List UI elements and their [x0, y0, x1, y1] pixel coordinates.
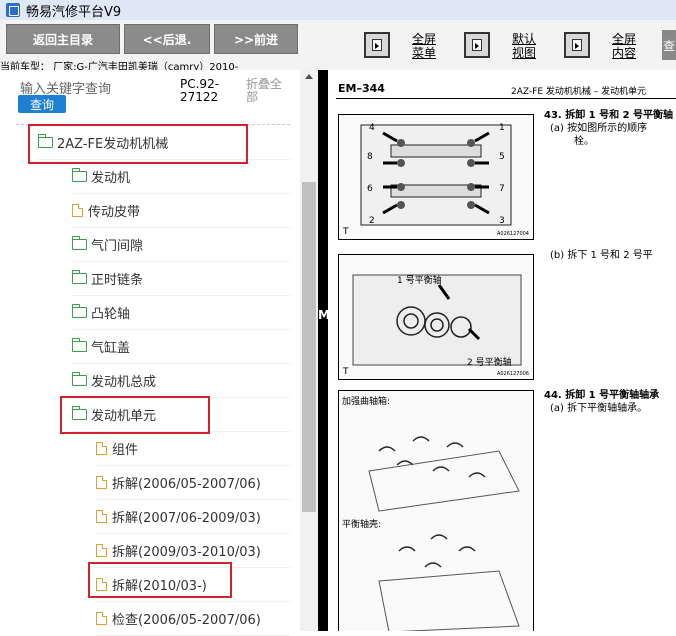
- document-icon: [96, 544, 107, 557]
- svg-text:7: 7: [499, 184, 505, 194]
- forward-button[interactable]: >>前进: [214, 24, 298, 54]
- tree-item-label: 拆解(2006/05-2007/06): [112, 477, 261, 492]
- fullscreen-content-icon[interactable]: [564, 32, 590, 58]
- folder-icon: [71, 270, 87, 284]
- tree-item[interactable]: 气门间隙: [71, 228, 290, 262]
- search-button[interactable]: 查询: [18, 95, 66, 113]
- splitter-label: M: [318, 308, 330, 322]
- document-icon: [96, 510, 107, 523]
- folder-icon: [71, 372, 87, 386]
- folder-icon: [71, 304, 87, 318]
- step-43-a: (a) 按如图所示的顺序: [550, 123, 648, 134]
- default-view-icon[interactable]: [464, 32, 490, 58]
- tree-item-label: 气缸盖: [91, 341, 131, 356]
- step-43-a-cont: 栓。: [574, 136, 594, 147]
- document-icon: [96, 476, 107, 489]
- tree-item[interactable]: 组件: [96, 432, 290, 466]
- folder-icon: [71, 168, 87, 182]
- svg-text:8: 8: [367, 152, 373, 162]
- highlight-box-disassembly-2010: [88, 562, 232, 598]
- fold-all-link[interactable]: 折叠全部: [246, 78, 282, 104]
- tree-item-label: 发动机总成: [91, 375, 157, 390]
- document-icon: [72, 204, 83, 217]
- tree-item-label: 凸轮轴: [91, 307, 131, 322]
- tree-item-label: 发动机: [91, 171, 131, 186]
- svg-text:4: 4: [369, 123, 375, 133]
- manual-document: EM–344 2AZ-FE 发动机机械 – 发动机单元 4 1 8 5 6 7 …: [328, 70, 676, 631]
- svg-text:1: 1: [499, 123, 505, 133]
- tree-item[interactable]: 气缸盖: [71, 330, 290, 364]
- app-icon: [6, 3, 20, 17]
- figure-balance-shafts: 1 号平衡轴 2 号平衡轴 T A026127006: [338, 254, 534, 380]
- document-icon: [96, 442, 107, 455]
- folder-icon: [71, 236, 87, 250]
- back-to-main-button[interactable]: 返回主目录: [6, 24, 120, 54]
- highlight-box-engine-mechanical: [28, 124, 248, 164]
- figure-bearings: 加强曲轴箱: 平衡轴壳:: [338, 390, 534, 631]
- tree-item-label: 正时链条: [91, 273, 144, 288]
- step-43-b: (b) 拆下 1 号和 2 号平: [550, 250, 653, 261]
- step-44-title: 44. 拆卸 1 号平衡轴轴承: [544, 390, 660, 401]
- header-rule: [336, 98, 676, 99]
- tree-item[interactable]: 发动机: [71, 160, 290, 194]
- page-id: EM–344: [338, 82, 385, 95]
- panel-splitter[interactable]: [318, 70, 328, 631]
- tree-item-label: 拆解(2009/03-2010/03): [112, 545, 261, 560]
- tree-item[interactable]: 拆解(2006/05-2007/06): [96, 466, 290, 500]
- scroll-thumb[interactable]: [302, 182, 316, 512]
- tree-item-label: 传动皮带: [88, 205, 141, 220]
- tree-item-label: 检查(2006/05-2007/06): [112, 613, 261, 628]
- fullscreen-menu-icon[interactable]: [364, 32, 390, 58]
- default-view-link[interactable]: 默认 视图: [512, 32, 536, 60]
- tree-item-label: 气门间隙: [91, 239, 144, 254]
- pc-code: PC.92- 27122: [180, 77, 220, 104]
- toolbar: 返回主目录 <<后退. >>前进 当前车型： 厂家:G-广汽丰田凯美瑞（camr…: [0, 20, 676, 73]
- step-44-a: (a) 拆下平衡轴轴承。: [550, 403, 648, 414]
- document-icon: [96, 612, 107, 625]
- window-title: 畅易汽修平台V9: [26, 4, 122, 20]
- tree-item[interactable]: 传动皮带: [72, 194, 290, 228]
- svg-text:2: 2: [369, 216, 375, 226]
- fullscreen-menu-link[interactable]: 全屏 菜单: [412, 32, 436, 60]
- fullscreen-content-link[interactable]: 全屏 内容: [612, 32, 636, 60]
- title-bar: 畅易汽修平台V9: [0, 0, 676, 20]
- search-button-partial[interactable]: 查: [662, 30, 676, 60]
- back-button[interactable]: <<后退.: [124, 24, 210, 54]
- svg-text:5: 5: [499, 152, 505, 162]
- svg-text:6: 6: [367, 184, 373, 194]
- folder-icon: [71, 338, 87, 352]
- tree-item-label: 组件: [112, 443, 139, 458]
- highlight-box-engine-unit: [60, 396, 210, 434]
- tree-item[interactable]: 凸轮轴: [71, 296, 290, 330]
- tree-item-label: 拆解(2007/06-2009/03): [112, 511, 261, 526]
- section-title: 2AZ-FE 发动机机械 – 发动机单元: [511, 87, 647, 97]
- svg-text:3: 3: [499, 216, 505, 226]
- figure-bolt-order: 41 85 67 23 T A026127004: [338, 114, 534, 240]
- catalog-panel: 输入关键字查询 查询 PC.92- 27122 折叠全部 2AZ-FE发动机机械发…: [0, 70, 318, 636]
- tree-scrollbar[interactable]: [300, 70, 318, 631]
- step-43-title: 43. 拆卸 1 号和 2 号平衡轴: [544, 110, 674, 121]
- tree-item[interactable]: 正时链条: [71, 262, 290, 296]
- scroll-up-arrow-icon[interactable]: [305, 74, 313, 79]
- tree-item[interactable]: 发动机总成: [71, 364, 290, 398]
- tree-item[interactable]: 拆解(2007/06-2009/03): [96, 500, 290, 534]
